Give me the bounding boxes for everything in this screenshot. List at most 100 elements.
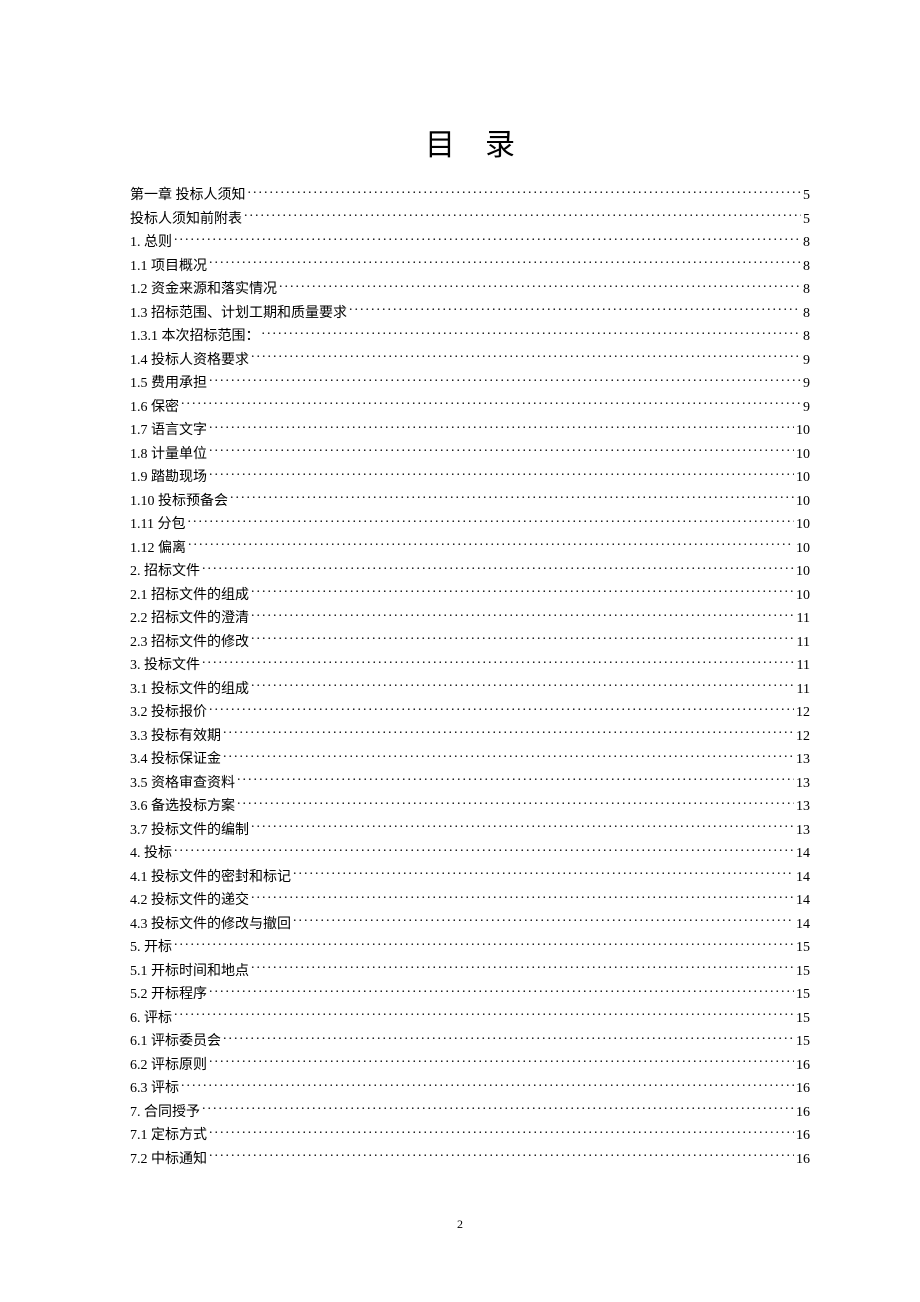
toc-entry-page: 13 bbox=[796, 748, 810, 772]
toc-leader bbox=[202, 1102, 794, 1116]
toc-entry-label: 1.4 投标人资格要求 bbox=[130, 349, 249, 373]
toc-leader bbox=[174, 1008, 794, 1022]
toc-leader bbox=[209, 420, 794, 434]
toc-leader bbox=[262, 326, 802, 340]
toc-entry: 6.1 评标委员会 15 bbox=[130, 1030, 810, 1054]
toc-leader bbox=[209, 984, 794, 998]
toc-entry-page: 8 bbox=[803, 302, 810, 326]
toc-leader bbox=[251, 820, 794, 834]
toc-leader bbox=[209, 373, 801, 387]
toc-entry-page: 9 bbox=[803, 349, 810, 373]
toc-entry: 1.1 项目概况 8 bbox=[130, 255, 810, 279]
toc-entry: 4.3 投标文件的修改与撤回14 bbox=[130, 913, 810, 937]
toc-entry: 3. 投标文件11 bbox=[130, 654, 810, 678]
toc-entry-page: 14 bbox=[796, 842, 810, 866]
toc-leader bbox=[293, 914, 794, 928]
toc-entry-page: 16 bbox=[796, 1124, 810, 1148]
toc-entry-label: 2.1 招标文件的组成 bbox=[130, 584, 249, 608]
toc-entry-label: 6.1 评标委员会 bbox=[130, 1030, 221, 1054]
toc-entry-page: 15 bbox=[796, 983, 810, 1007]
toc-entry-page: 10 bbox=[796, 443, 810, 467]
toc-entry-label: 4. 投标 bbox=[130, 842, 172, 866]
toc-leader bbox=[279, 279, 801, 293]
toc-title: 目录 bbox=[130, 120, 810, 164]
toc-leader bbox=[251, 632, 795, 646]
toc-entry-page: 16 bbox=[796, 1101, 810, 1125]
toc-entry-page: 8 bbox=[803, 255, 810, 279]
toc-entry-label: 6.3 评标 bbox=[130, 1077, 179, 1101]
toc-entry: 1. 总则8 bbox=[130, 231, 810, 255]
toc-entry-page: 10 bbox=[796, 466, 810, 490]
toc-leader bbox=[181, 1078, 794, 1092]
toc-entry-page: 15 bbox=[796, 936, 810, 960]
toc-entry-page: 14 bbox=[796, 866, 810, 890]
toc-entry: 6. 评标15 bbox=[130, 1007, 810, 1031]
toc-leader bbox=[209, 444, 794, 458]
toc-entry-label: 3.4 投标保证金 bbox=[130, 748, 221, 772]
toc-entry: 1.3 招标范围、计划工期和质量要求8 bbox=[130, 302, 810, 326]
toc-leader bbox=[223, 1031, 794, 1045]
toc-leader bbox=[293, 867, 794, 881]
toc-entry-page: 14 bbox=[796, 889, 810, 913]
page-content: 目录 第一章 投标人须知5投标人须知前附表51. 总则81.1 项目概况81.2… bbox=[0, 0, 920, 1211]
toc-entry-page: 5 bbox=[803, 184, 810, 208]
toc-entry-page: 16 bbox=[796, 1054, 810, 1078]
toc-entry-label: 1. 总则 bbox=[130, 231, 172, 255]
toc-leader bbox=[209, 467, 794, 481]
toc-entry: 7.1 定标方式16 bbox=[130, 1124, 810, 1148]
toc-entry-label: 1.2 资金来源和落实情况 bbox=[130, 278, 277, 302]
toc-entry-label: 3.3 投标有效期 bbox=[130, 725, 221, 749]
toc-entry: 1.11 分包10 bbox=[130, 513, 810, 537]
toc-entry-label: 3. 投标文件 bbox=[130, 654, 200, 678]
toc-list: 第一章 投标人须知5投标人须知前附表51. 总则81.1 项目概况81.2 资金… bbox=[130, 184, 810, 1171]
toc-leader bbox=[223, 749, 794, 763]
toc-leader bbox=[174, 843, 794, 857]
toc-entry-page: 8 bbox=[803, 325, 810, 349]
toc-entry: 6.3 评标16 bbox=[130, 1077, 810, 1101]
toc-entry-label: 5.1 开标时间和地点 bbox=[130, 960, 249, 984]
toc-entry: 2. 招标文件10 bbox=[130, 560, 810, 584]
toc-leader bbox=[251, 585, 794, 599]
toc-leader bbox=[174, 232, 801, 246]
toc-entry-label: 4.1 投标文件的密封和标记 bbox=[130, 866, 291, 890]
toc-entry-page: 5 bbox=[803, 208, 810, 232]
toc-entry-page: 16 bbox=[796, 1148, 810, 1172]
toc-entry-page: 10 bbox=[796, 584, 810, 608]
toc-entry: 4.1 投标文件的密封和标记 14 bbox=[130, 866, 810, 890]
toc-leader bbox=[174, 937, 794, 951]
toc-entry-page: 10 bbox=[796, 513, 810, 537]
toc-entry-label: 3.1 投标文件的组成 bbox=[130, 678, 249, 702]
toc-entry-page: 11 bbox=[797, 631, 810, 655]
toc-entry: 5. 开标15 bbox=[130, 936, 810, 960]
toc-entry: 4.2 投标文件的递交14 bbox=[130, 889, 810, 913]
toc-leader bbox=[230, 491, 794, 505]
toc-entry-page: 15 bbox=[796, 1030, 810, 1054]
toc-entry: 第一章 投标人须知5 bbox=[130, 184, 810, 208]
toc-leader bbox=[209, 1149, 794, 1163]
toc-entry: 5.2 开标程序15 bbox=[130, 983, 810, 1007]
toc-entry: 7. 合同授予16 bbox=[130, 1101, 810, 1125]
toc-entry-label: 7.2 中标通知 bbox=[130, 1148, 207, 1172]
toc-entry: 3.7 投标文件的编制 13 bbox=[130, 819, 810, 843]
toc-entry: 投标人须知前附表5 bbox=[130, 208, 810, 232]
toc-entry-label: 6.2 评标原则 bbox=[130, 1054, 207, 1078]
toc-entry: 2.1 招标文件的组成 10 bbox=[130, 584, 810, 608]
toc-entry-label: 1.1 项目概况 bbox=[130, 255, 207, 279]
toc-entry: 3.1 投标文件的组成 11 bbox=[130, 678, 810, 702]
toc-entry: 1.8 计量单位10 bbox=[130, 443, 810, 467]
toc-leader bbox=[237, 796, 794, 810]
toc-entry-label: 3.6 备选投标方案 bbox=[130, 795, 235, 819]
toc-leader bbox=[248, 185, 802, 199]
toc-entry: 1.4 投标人资格要求 9 bbox=[130, 349, 810, 373]
toc-entry: 2.2 招标文件的澄清11 bbox=[130, 607, 810, 631]
toc-entry-page: 10 bbox=[796, 419, 810, 443]
toc-entry-page: 10 bbox=[796, 537, 810, 561]
toc-entry-page: 13 bbox=[796, 819, 810, 843]
toc-entry: 7.2 中标通知 16 bbox=[130, 1148, 810, 1172]
toc-entry-page: 11 bbox=[797, 678, 810, 702]
toc-leader bbox=[349, 303, 801, 317]
toc-entry-label: 1.6 保密 bbox=[130, 396, 179, 420]
toc-entry-label: 3.7 投标文件的编制 bbox=[130, 819, 249, 843]
toc-entry: 1.10 投标预备会10 bbox=[130, 490, 810, 514]
toc-entry-label: 1.7 语言文字 bbox=[130, 419, 207, 443]
